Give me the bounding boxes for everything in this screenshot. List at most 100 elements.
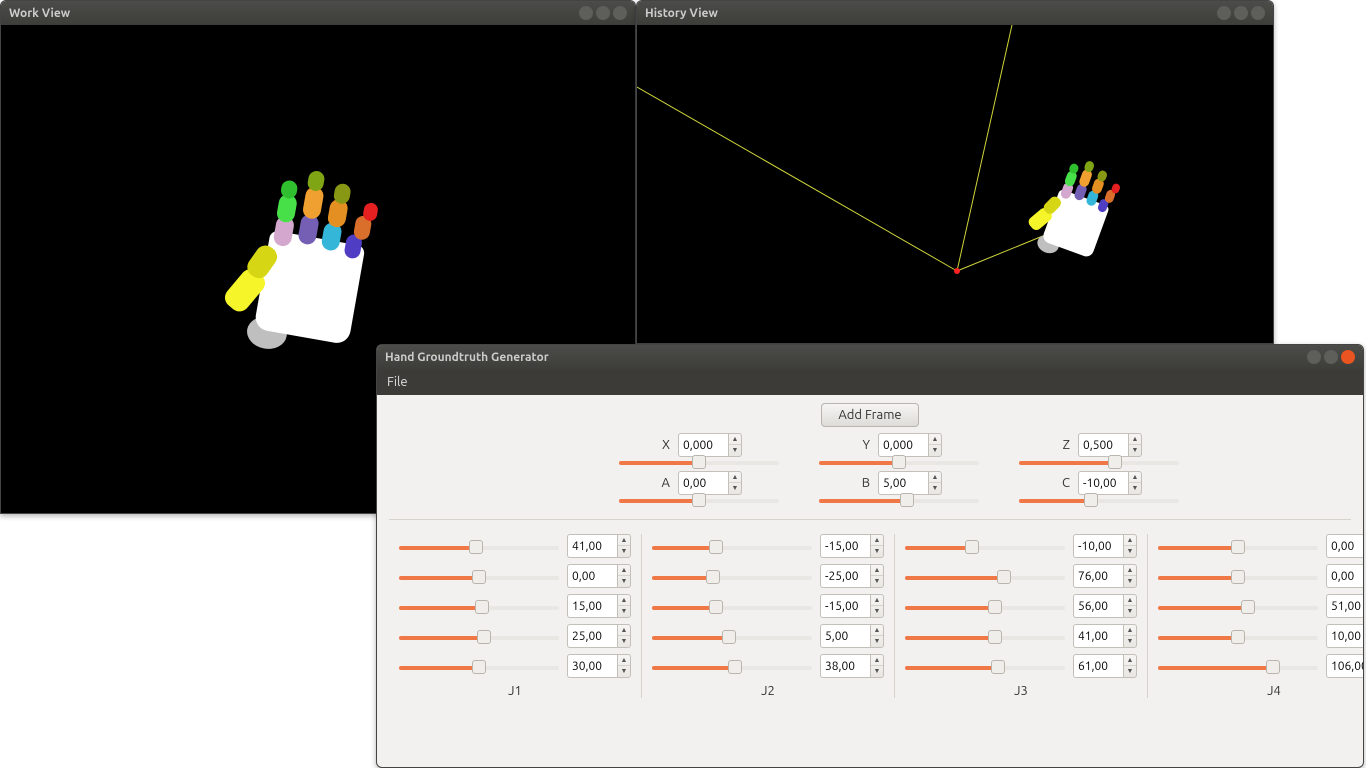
J3-2-step-down[interactable]: ▼ <box>1124 606 1136 617</box>
J4-0-input[interactable] <box>1326 534 1364 558</box>
history-view-titlebar[interactable]: History View <box>637 1 1273 25</box>
J1-0-slider[interactable] <box>399 546 559 550</box>
J2-4-step-down[interactable]: ▼ <box>871 666 883 677</box>
pose-a-step-down[interactable]: ▼ <box>729 483 741 494</box>
J1-3-input[interactable] <box>567 624 617 648</box>
J3-3-step-up[interactable]: ▲ <box>1124 625 1136 636</box>
generator-titlebar[interactable]: Hand Groundtruth Generator <box>377 345 1363 369</box>
J2-2-input[interactable] <box>820 594 870 618</box>
pose-c-slider[interactable] <box>1019 499 1179 503</box>
pose-c-step-up[interactable]: ▲ <box>1129 472 1141 483</box>
J3-3-spinbox[interactable]: ▲ ▼ <box>1073 624 1137 648</box>
menu-file[interactable]: File <box>387 375 408 389</box>
J2-2-step-up[interactable]: ▲ <box>871 595 883 606</box>
pose-b-slider[interactable] <box>819 499 979 503</box>
pose-z-step-up[interactable]: ▲ <box>1129 434 1141 445</box>
pose-b-step-down[interactable]: ▼ <box>929 483 941 494</box>
pose-y-step-down[interactable]: ▼ <box>929 445 941 456</box>
J3-0-step-up[interactable]: ▲ <box>1124 535 1136 546</box>
J4-4-slider[interactable] <box>1158 666 1318 670</box>
J3-2-spinbox[interactable]: ▲ ▼ <box>1073 594 1137 618</box>
J1-1-spinbox[interactable]: ▲ ▼ <box>567 564 631 588</box>
J1-1-step-down[interactable]: ▼ <box>618 576 630 587</box>
J1-4-spinbox[interactable]: ▲ ▼ <box>567 654 631 678</box>
J1-2-slider[interactable] <box>399 606 559 610</box>
J2-1-slider[interactable] <box>652 576 812 580</box>
pose-z-spinbox[interactable]: ▲ ▼ <box>1078 433 1142 457</box>
J1-2-step-up[interactable]: ▲ <box>618 595 630 606</box>
J1-1-input[interactable] <box>567 564 617 588</box>
add-frame-button[interactable]: Add Frame <box>821 403 918 427</box>
pose-c-step-down[interactable]: ▼ <box>1129 483 1141 494</box>
pose-x-input[interactable] <box>678 433 728 457</box>
pose-b-input[interactable] <box>878 471 928 495</box>
J1-3-spinbox[interactable]: ▲ ▼ <box>567 624 631 648</box>
J2-3-slider[interactable] <box>652 636 812 640</box>
pose-y-spinbox[interactable]: ▲ ▼ <box>878 433 942 457</box>
J3-4-spinbox[interactable]: ▲ ▼ <box>1073 654 1137 678</box>
J4-2-input[interactable] <box>1326 594 1364 618</box>
J3-4-step-down[interactable]: ▼ <box>1124 666 1136 677</box>
J4-1-input[interactable] <box>1326 564 1364 588</box>
J2-0-input[interactable] <box>820 534 870 558</box>
J1-0-input[interactable] <box>567 534 617 558</box>
J4-2-slider[interactable] <box>1158 606 1318 610</box>
close-icon[interactable] <box>613 6 627 20</box>
J1-2-input[interactable] <box>567 594 617 618</box>
J2-2-slider[interactable] <box>652 606 812 610</box>
J1-0-step-down[interactable]: ▼ <box>618 546 630 557</box>
pose-b-spinbox[interactable]: ▲ ▼ <box>878 471 942 495</box>
J3-0-spinbox[interactable]: ▲ ▼ <box>1073 534 1137 558</box>
minimize-icon[interactable] <box>1307 350 1321 364</box>
J1-4-step-up[interactable]: ▲ <box>618 655 630 666</box>
J2-2-step-down[interactable]: ▼ <box>871 606 883 617</box>
J1-1-slider[interactable] <box>399 576 559 580</box>
close-icon[interactable] <box>1251 6 1265 20</box>
J4-0-slider[interactable] <box>1158 546 1318 550</box>
J1-0-step-up[interactable]: ▲ <box>618 535 630 546</box>
J4-4-spinbox[interactable]: ▲ ▼ <box>1326 654 1364 678</box>
J3-0-slider[interactable] <box>905 546 1065 550</box>
J3-4-slider[interactable] <box>905 666 1065 670</box>
J2-4-step-up[interactable]: ▲ <box>871 655 883 666</box>
pose-y-slider[interactable] <box>819 461 979 465</box>
J2-4-spinbox[interactable]: ▲ ▼ <box>820 654 884 678</box>
J1-2-step-down[interactable]: ▼ <box>618 606 630 617</box>
J4-0-spinbox[interactable]: ▲ ▼ <box>1326 534 1364 558</box>
J3-2-step-up[interactable]: ▲ <box>1124 595 1136 606</box>
J3-3-slider[interactable] <box>905 636 1065 640</box>
J3-1-step-down[interactable]: ▼ <box>1124 576 1136 587</box>
J3-0-step-down[interactable]: ▼ <box>1124 546 1136 557</box>
pose-a-slider[interactable] <box>619 499 779 503</box>
pose-c-spinbox[interactable]: ▲ ▼ <box>1078 471 1142 495</box>
work-view-titlebar[interactable]: Work View <box>1 1 635 25</box>
J2-1-step-up[interactable]: ▲ <box>871 565 883 576</box>
J2-3-step-down[interactable]: ▼ <box>871 636 883 647</box>
J1-1-step-up[interactable]: ▲ <box>618 565 630 576</box>
J2-4-slider[interactable] <box>652 666 812 670</box>
pose-z-input[interactable] <box>1078 433 1128 457</box>
J3-1-spinbox[interactable]: ▲ ▼ <box>1073 564 1137 588</box>
J4-3-spinbox[interactable]: ▲ ▼ <box>1326 624 1364 648</box>
J3-2-slider[interactable] <box>905 606 1065 610</box>
J2-1-spinbox[interactable]: ▲ ▼ <box>820 564 884 588</box>
maximize-icon[interactable] <box>1324 350 1338 364</box>
J2-3-input[interactable] <box>820 624 870 648</box>
J2-0-slider[interactable] <box>652 546 812 550</box>
J4-4-input[interactable] <box>1326 654 1364 678</box>
J3-1-slider[interactable] <box>905 576 1065 580</box>
J2-3-spinbox[interactable]: ▲ ▼ <box>820 624 884 648</box>
J3-0-input[interactable] <box>1073 534 1123 558</box>
J3-1-input[interactable] <box>1073 564 1123 588</box>
pose-x-step-down[interactable]: ▼ <box>729 445 741 456</box>
J2-0-spinbox[interactable]: ▲ ▼ <box>820 534 884 558</box>
J3-4-input[interactable] <box>1073 654 1123 678</box>
J1-3-slider[interactable] <box>399 636 559 640</box>
J4-1-spinbox[interactable]: ▲ ▼ <box>1326 564 1364 588</box>
pose-x-step-up[interactable]: ▲ <box>729 434 741 445</box>
J1-0-spinbox[interactable]: ▲ ▼ <box>567 534 631 558</box>
J4-3-input[interactable] <box>1326 624 1364 648</box>
J1-3-step-down[interactable]: ▼ <box>618 636 630 647</box>
pose-c-input[interactable] <box>1078 471 1128 495</box>
history-view-viewport[interactable] <box>637 25 1273 344</box>
